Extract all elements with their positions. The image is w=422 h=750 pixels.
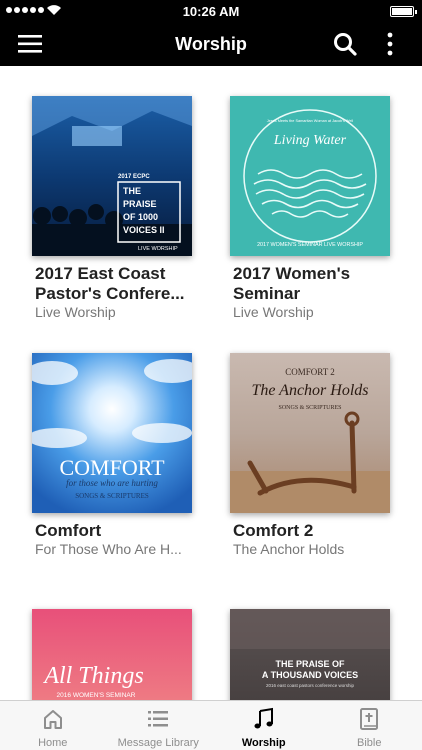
cover-text: COMFORT [59,455,165,480]
tab-label: Message Library [117,737,199,749]
album-subtitle: Live Worship [35,304,116,320]
album-subtitle: Live Worship [233,304,314,320]
cover-text: 2017 WOMEN'S SEMINAR LIVE WORSHIP [257,242,363,248]
album-cover-comfort: COMFORT for those who are hurting SONGS … [32,353,192,513]
cover-text: SONGS & SCRIPTURES [278,405,341,411]
cover-text: VOICES II [123,225,165,235]
home-icon [43,710,62,729]
cover-text: LIVE WORSHIP [138,246,178,252]
album-cover-living-water: Living Water 2017 WOMEN'S SEMINAR LIVE W… [230,96,390,256]
cover-text: All Things [42,663,143,689]
cover-text: Jesus Meets the Samaritan Woman at Jacob… [267,119,354,123]
status-time: 10:26 AM [182,4,240,19]
battery-icon [390,6,417,17]
album-cover-anchor-holds: COMFORT 2 The Anchor Holds SONGS & SCRIP… [230,353,390,513]
album-title: 2017 Women's Seminar [233,264,351,303]
album-cover-ecpc: 2017 ECPC THE PRAISE OF 1000 VOICES II L… [32,96,192,256]
bible-icon [360,708,379,730]
album-title: Comfort 2 [233,521,314,540]
music-note-icon [254,707,273,729]
cover-text: The Anchor Holds [251,382,368,399]
album-title: Comfort [35,521,102,540]
tab-message-library[interactable]: Message Library [106,701,212,750]
cover-text: SONGS & SCRIPTURES [75,492,149,500]
album-subtitle: The Anchor Holds [233,541,345,557]
search-icon[interactable] [332,31,358,57]
cover-text: OF 1000 [123,212,158,222]
tab-worship[interactable]: Worship [211,701,317,750]
navigation-bar: Worship [0,22,422,66]
cover-text: 2017 ECPC [118,174,150,180]
cover-text: for those who are hurting [66,478,158,488]
page-title: Worship [175,34,247,54]
cover-text: Living Water [273,133,347,148]
cover-text: A THOUSAND VOICES [262,670,358,680]
album-cover-praise-thousand-voices: THE PRAISE OF A THOUSAND VOICES 2016 eas… [230,609,390,700]
album-subtitle: For Those Who Are H... [35,541,182,557]
tab-label: Worship [241,737,286,749]
more-options-icon[interactable] [380,30,400,58]
cover-text: PRAISE [123,199,157,209]
tab-label: Home [38,737,68,749]
tab-label: Bible [357,737,382,749]
cover-text: THE PRAISE OF [275,659,345,669]
tab-home[interactable]: Home [0,701,106,750]
list-icon [148,711,169,727]
cover-text: THE [123,186,141,196]
status-bar: 10:26 AM [0,0,422,22]
album-title: 2017 East Coast Pastor's Confere... [35,264,185,303]
tab-bar: Home Message Library Worship Bible [0,700,422,750]
album-cover-all-things: All Things 2016 WOMEN'S SEMINAR [32,609,192,700]
tab-bible[interactable]: Bible [317,701,422,750]
hamburger-menu-icon[interactable] [16,32,46,56]
cover-text: 2016 east coast pastors conference worsh… [266,683,355,688]
cover-text: 2016 WOMEN'S SEMINAR [57,692,136,699]
album-grid: 2017 ECPC THE PRAISE OF 1000 VOICES II L… [0,66,422,700]
cover-text: COMFORT 2 [285,367,335,377]
